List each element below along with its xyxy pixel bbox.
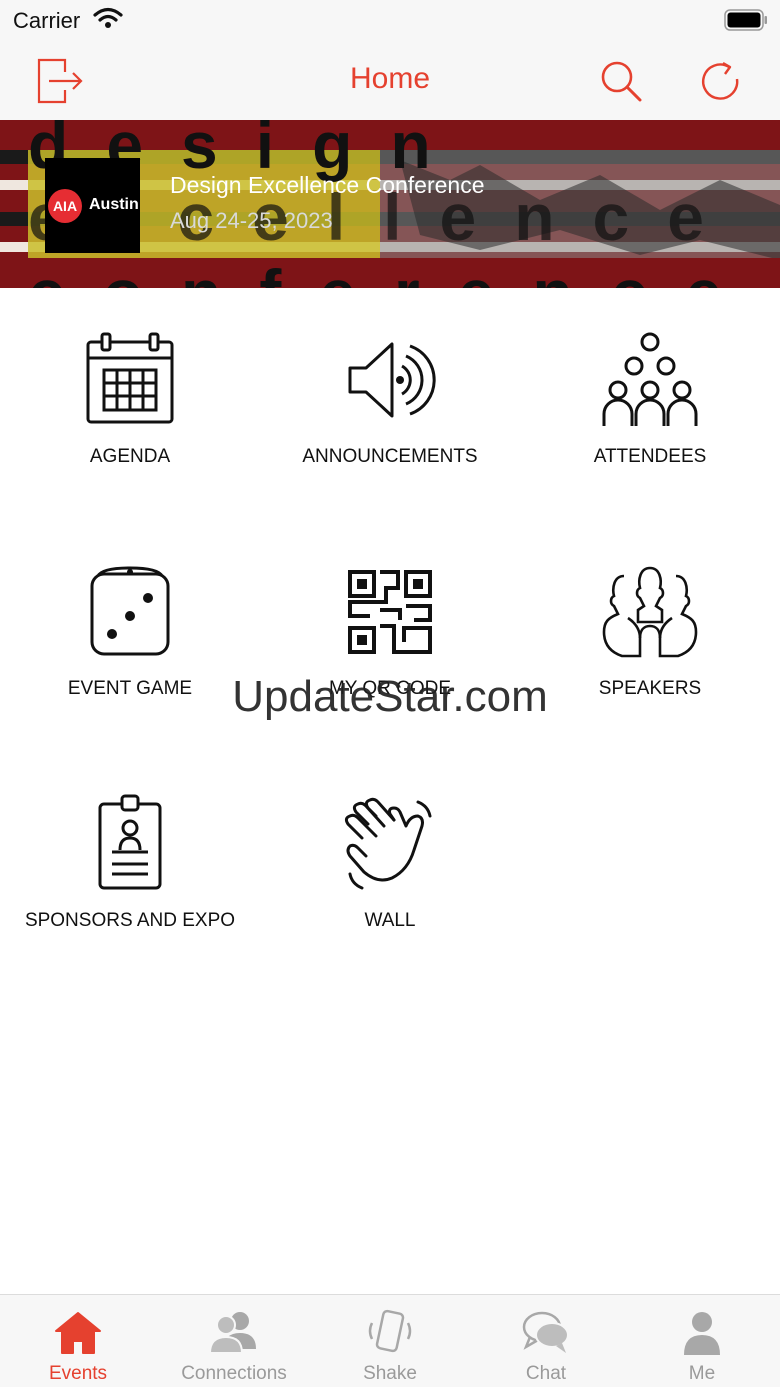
page-title: Home [349,62,431,95]
status-bar: Carrier [0,0,780,40]
carrier-label: Carrier [13,8,81,33]
shake-phone-icon [368,1309,412,1353]
attendees-label: ATTENDEES [593,446,707,467]
tab-connections-label: Connections [181,1363,287,1384]
battery-icon [724,9,767,31]
banner-bg-word: conference [28,260,760,288]
sponsors-label: SPONSORS AND EXPO [24,910,236,931]
dice-icon [90,566,170,656]
event-date: Aug 24-25, 2023 [170,208,333,233]
tab-shake[interactable]: Shake [312,1295,468,1387]
id-badge-icon [98,794,162,890]
refresh-icon [702,61,739,100]
home-icon [55,1312,101,1354]
qr-code-icon [348,570,432,654]
wall-label: WALL [364,910,416,931]
waving-hand-icon [344,797,432,890]
nav-bar: Home [0,40,780,120]
tab-bar: Events Connections Shake Chat Me [0,1294,780,1387]
search-button[interactable] [594,54,648,108]
tab-events[interactable]: Events [0,1295,156,1387]
tab-chat[interactable]: Chat [468,1295,624,1387]
person-icon [684,1312,720,1355]
tab-me-label: Me [688,1363,716,1384]
tab-connections[interactable]: Connections [156,1295,312,1387]
aia-austin-logo: AIA Austin [45,158,140,253]
wifi-icon [93,7,123,28]
event-title: Design Excellence Conference [170,172,485,198]
tab-events-label: Events [48,1363,108,1384]
search-icon [601,61,642,102]
people-group-icon [602,332,698,426]
announcements-label: ANNOUNCEMENTS [302,446,478,467]
agenda-tile[interactable]: AGENDA [0,290,260,490]
speakers-group-icon [602,566,698,658]
event-banner[interactable]: design excellence conference AIA Austin … [0,120,780,288]
attendees-tile[interactable]: ATTENDEES [520,290,780,490]
announcements-tile[interactable]: ANNOUNCEMENTS [260,290,520,490]
agenda-label: AGENDA [89,446,171,467]
tab-shake-label: Shake [363,1363,417,1384]
tab-chat-label: Chat [525,1363,567,1384]
connections-icon [208,1312,256,1354]
aia-logo-mark: AIA [48,189,82,223]
sponsors-tile[interactable]: SPONSORS AND EXPO [0,754,260,954]
speaker-icon [348,342,436,418]
watermark-text: UpdateStar.com [232,672,548,721]
aia-logo-city: Austin [89,196,139,213]
calendar-icon [86,332,174,424]
refresh-button[interactable] [694,54,748,108]
tab-me[interactable]: Me [624,1295,780,1387]
wall-tile[interactable]: WALL [260,754,520,954]
chat-bubble-icon [522,1311,569,1353]
